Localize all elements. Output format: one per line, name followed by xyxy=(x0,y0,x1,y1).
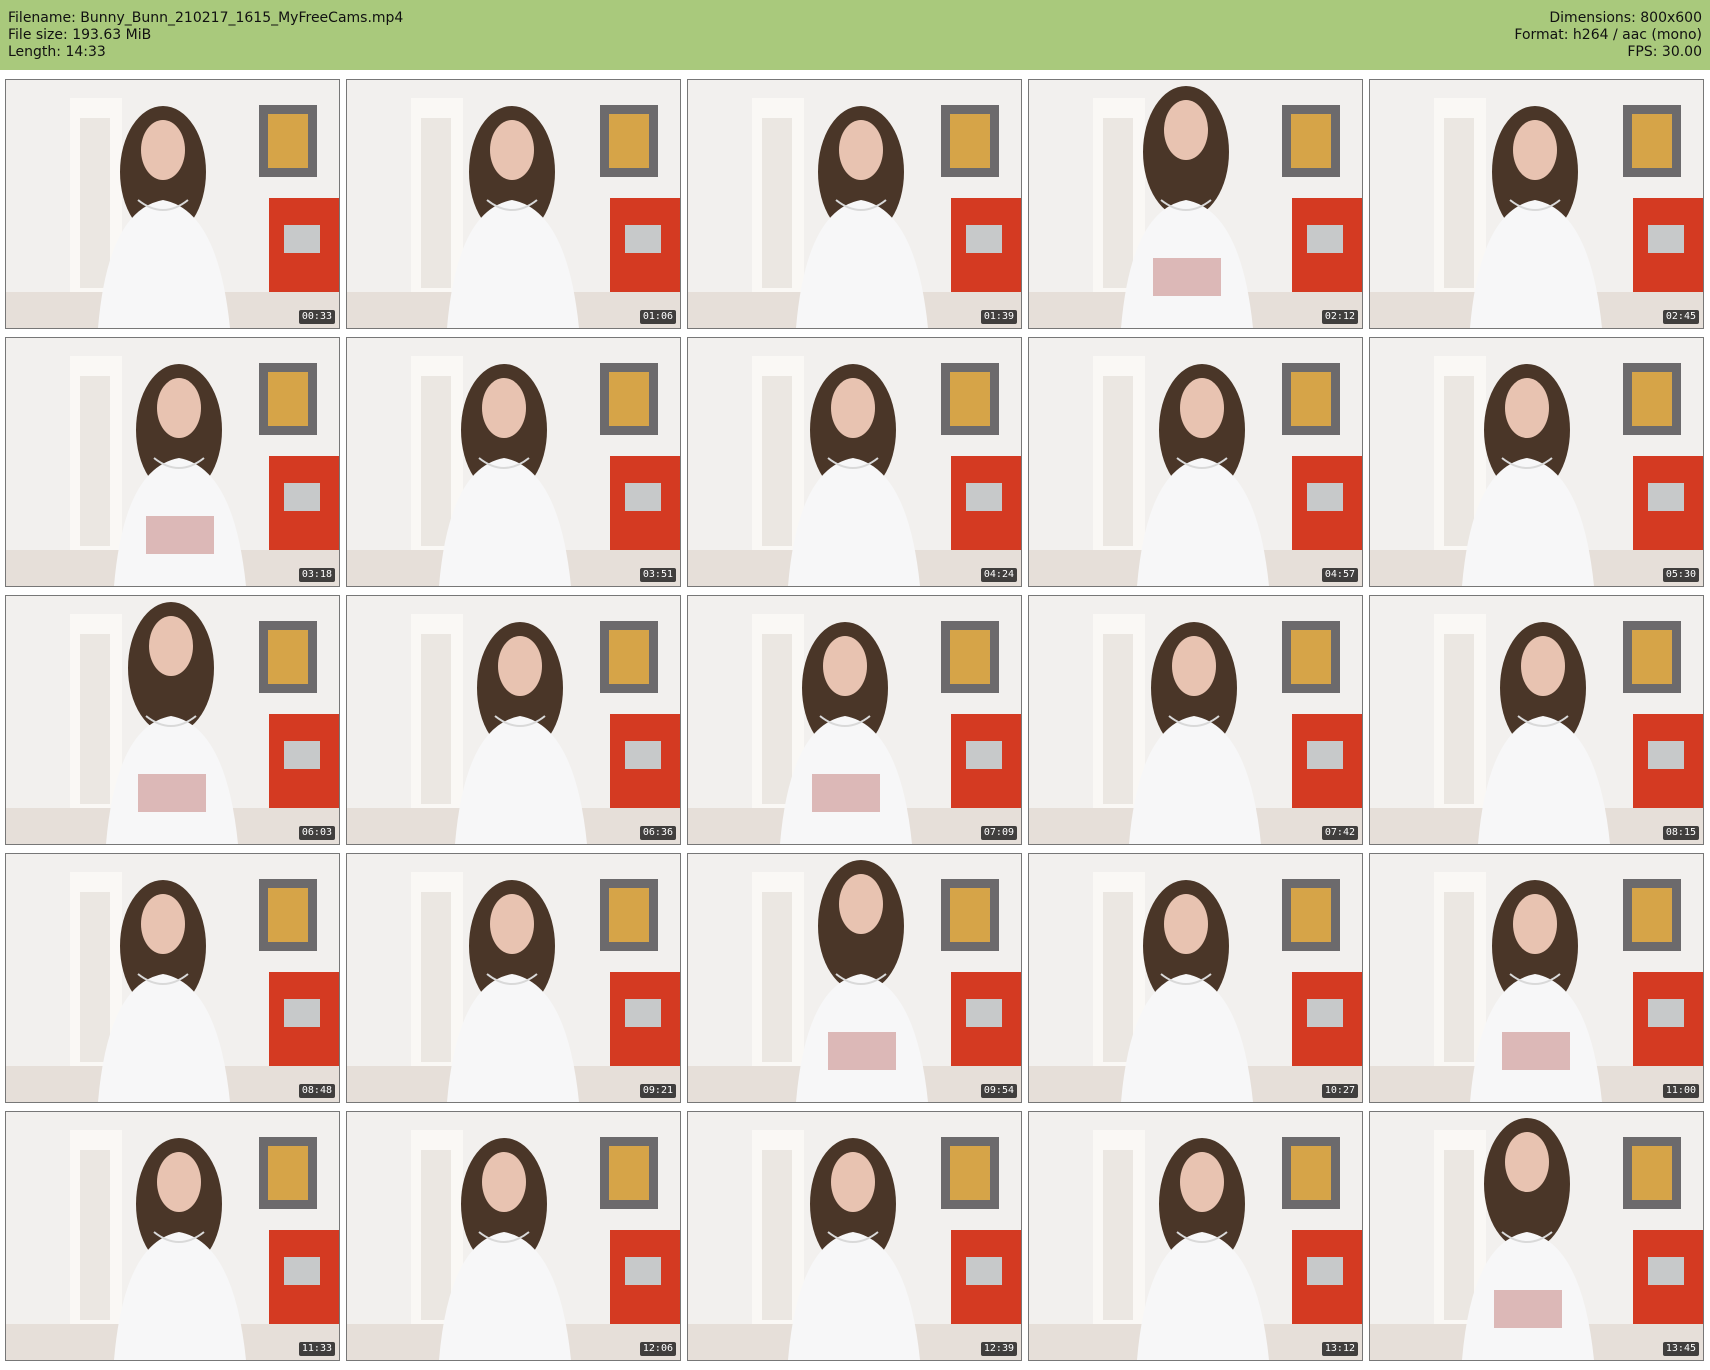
video-thumbnail[interactable]: 12:39 xyxy=(687,1111,1022,1361)
video-frame-scene xyxy=(1370,80,1703,328)
length-text: Length: 14:33 xyxy=(8,44,106,60)
video-thumbnail[interactable]: 13:12 xyxy=(1028,1111,1363,1361)
video-thumbnail[interactable]: 07:09 xyxy=(687,595,1022,845)
thumbnail-timestamp: 06:36 xyxy=(639,826,676,840)
video-frame-scene xyxy=(688,596,1021,844)
video-frame-scene xyxy=(688,80,1021,328)
file-info: Filename: Bunny_Bunn_210217_1615_MyFreeC… xyxy=(8,10,403,61)
thumbnail-timestamp: 13:45 xyxy=(1662,1342,1699,1356)
thumbnail-timestamp: 07:42 xyxy=(1321,826,1358,840)
video-frame-scene xyxy=(1029,80,1362,328)
video-frame-scene xyxy=(688,1112,1021,1360)
filesize-text: File size: 193.63 MiB xyxy=(8,27,152,43)
video-thumbnail[interactable]: 13:45 xyxy=(1369,1111,1704,1361)
video-thumbnail[interactable]: 12:06 xyxy=(346,1111,681,1361)
thumbnail-timestamp: 00:33 xyxy=(298,310,335,324)
video-thumbnail[interactable]: 03:18 xyxy=(5,337,340,587)
video-frame-scene xyxy=(1029,1112,1362,1360)
video-thumbnail[interactable]: 10:27 xyxy=(1028,853,1363,1103)
video-thumbnail[interactable]: 06:03 xyxy=(5,595,340,845)
thumbnail-timestamp: 11:00 xyxy=(1662,1084,1699,1098)
thumbnail-timestamp: 01:06 xyxy=(639,310,676,324)
fps-text: FPS: 30.00 xyxy=(1627,44,1702,60)
media-info: Dimensions: 800x600 Format: h264 / aac (… xyxy=(1514,10,1702,61)
info-header: Filename: Bunny_Bunn_210217_1615_MyFreeC… xyxy=(0,0,1710,70)
thumbnail-timestamp: 12:06 xyxy=(639,1342,676,1356)
thumbnail-timestamp: 09:54 xyxy=(980,1084,1017,1098)
video-frame-scene xyxy=(347,80,680,328)
thumbnail-grid: 00:33 01:06 01:39 02:12 02:45 03:18 03:5… xyxy=(0,79,1710,1370)
video-frame-scene xyxy=(1370,338,1703,586)
video-thumbnail[interactable]: 09:54 xyxy=(687,853,1022,1103)
video-thumbnail[interactable]: 11:00 xyxy=(1369,853,1704,1103)
video-frame-scene xyxy=(347,1112,680,1360)
video-thumbnail[interactable]: 04:24 xyxy=(687,337,1022,587)
video-thumbnail[interactable]: 11:33 xyxy=(5,1111,340,1361)
video-thumbnail[interactable]: 03:51 xyxy=(346,337,681,587)
thumbnail-timestamp: 07:09 xyxy=(980,826,1017,840)
thumbnail-timestamp: 11:33 xyxy=(298,1342,335,1356)
video-thumbnail[interactable]: 01:39 xyxy=(687,79,1022,329)
thumbnail-timestamp: 06:03 xyxy=(298,826,335,840)
video-frame-scene xyxy=(688,338,1021,586)
thumbnail-timestamp: 13:12 xyxy=(1321,1342,1358,1356)
video-thumbnail[interactable]: 01:06 xyxy=(346,79,681,329)
video-frame-scene xyxy=(688,854,1021,1102)
video-thumbnail[interactable]: 02:45 xyxy=(1369,79,1704,329)
thumbnail-timestamp: 03:51 xyxy=(639,568,676,582)
video-frame-scene xyxy=(6,338,339,586)
video-thumbnail[interactable]: 00:33 xyxy=(5,79,340,329)
thumbnail-timestamp: 10:27 xyxy=(1321,1084,1358,1098)
thumbnail-timestamp: 09:21 xyxy=(639,1084,676,1098)
video-frame-scene xyxy=(6,596,339,844)
thumbnail-timestamp: 05:30 xyxy=(1662,568,1699,582)
thumbnail-timestamp: 04:57 xyxy=(1321,568,1358,582)
thumbnail-timestamp: 02:12 xyxy=(1321,310,1358,324)
video-thumbnail[interactable]: 05:30 xyxy=(1369,337,1704,587)
thumbnail-timestamp: 08:48 xyxy=(298,1084,335,1098)
thumbnail-timestamp: 04:24 xyxy=(980,568,1017,582)
thumbnail-timestamp: 02:45 xyxy=(1662,310,1699,324)
thumbnail-timestamp: 03:18 xyxy=(298,568,335,582)
video-frame-scene xyxy=(347,338,680,586)
video-frame-scene xyxy=(1370,854,1703,1102)
filename-text: Filename: Bunny_Bunn_210217_1615_MyFreeC… xyxy=(8,10,404,26)
video-frame-scene xyxy=(1029,854,1362,1102)
dimensions-text: Dimensions: 800x600 xyxy=(1549,10,1702,26)
video-thumbnail[interactable]: 04:57 xyxy=(1028,337,1363,587)
video-frame-scene xyxy=(6,80,339,328)
thumbnail-timestamp: 12:39 xyxy=(980,1342,1017,1356)
video-frame-scene xyxy=(1029,596,1362,844)
video-thumbnail[interactable]: 07:42 xyxy=(1028,595,1363,845)
video-frame-scene xyxy=(347,854,680,1102)
format-text: Format: h264 / aac (mono) xyxy=(1514,27,1702,43)
video-frame-scene xyxy=(1029,338,1362,586)
video-thumbnail[interactable]: 02:12 xyxy=(1028,79,1363,329)
video-thumbnail[interactable]: 08:48 xyxy=(5,853,340,1103)
video-frame-scene xyxy=(6,854,339,1102)
thumbnail-timestamp: 08:15 xyxy=(1662,826,1699,840)
video-frame-scene xyxy=(6,1112,339,1360)
thumbnail-timestamp: 01:39 xyxy=(980,310,1017,324)
video-thumbnail[interactable]: 09:21 xyxy=(346,853,681,1103)
video-frame-scene xyxy=(347,596,680,844)
video-frame-scene xyxy=(1370,596,1703,844)
video-thumbnail[interactable]: 06:36 xyxy=(346,595,681,845)
video-thumbnail[interactable]: 08:15 xyxy=(1369,595,1704,845)
video-frame-scene xyxy=(1370,1112,1703,1360)
